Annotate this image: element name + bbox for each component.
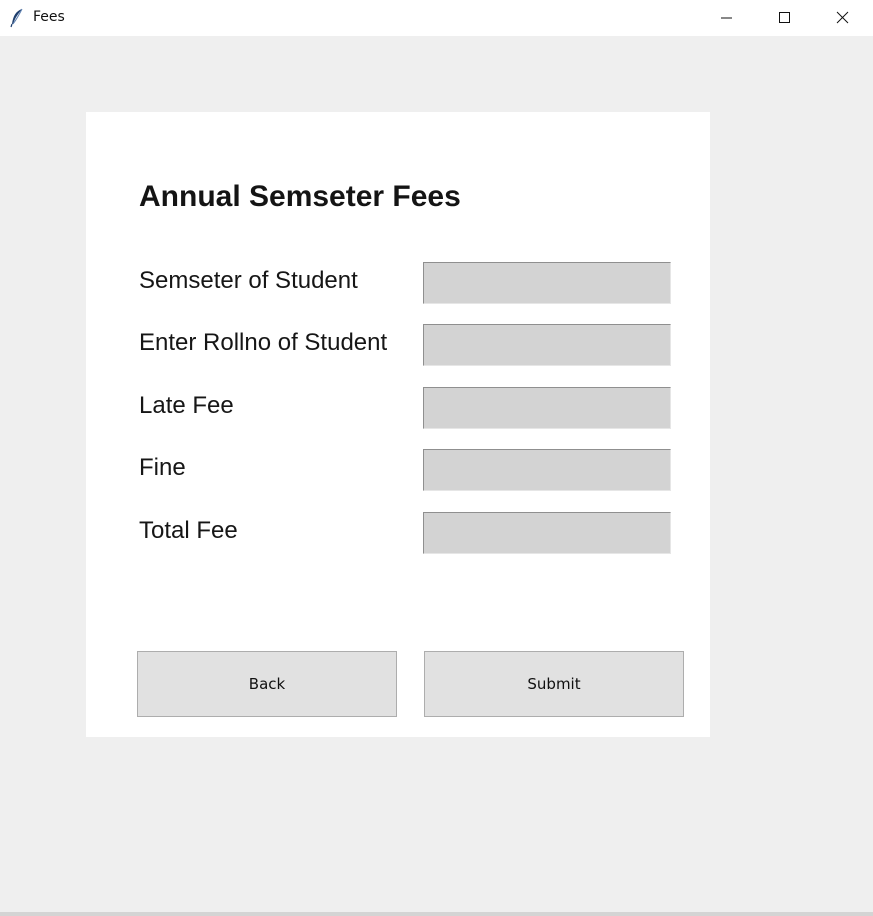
maximize-icon — [779, 12, 790, 23]
fine-input[interactable] — [423, 449, 671, 491]
window-title: Fees — [33, 9, 65, 25]
total-fee-label: Total Fee — [139, 517, 238, 544]
maximize-button[interactable] — [755, 0, 813, 36]
fine-label: Fine — [139, 454, 186, 481]
title-bar[interactable]: Fees — [0, 0, 873, 36]
rollno-input[interactable] — [423, 324, 671, 366]
feather-icon — [10, 8, 24, 28]
page-title: Annual Semseter Fees — [139, 180, 461, 213]
total-fee-input[interactable] — [423, 512, 671, 554]
close-button[interactable] — [814, 0, 872, 36]
window-bottom-border — [0, 912, 873, 916]
minimize-icon — [721, 17, 732, 19]
late-fee-label: Late Fee — [139, 392, 234, 419]
semester-label: Semseter of Student — [139, 267, 358, 294]
submit-button[interactable]: Submit — [424, 651, 684, 717]
back-button[interactable]: Back — [137, 651, 397, 717]
app-window: Fees Annual Semseter Fees Semseter of St… — [0, 0, 873, 916]
late-fee-input[interactable] — [423, 387, 671, 429]
close-icon — [836, 11, 849, 24]
semester-input[interactable] — [423, 262, 671, 304]
minimize-button[interactable] — [697, 0, 755, 36]
rollno-label: Enter Rollno of Student — [139, 329, 388, 356]
